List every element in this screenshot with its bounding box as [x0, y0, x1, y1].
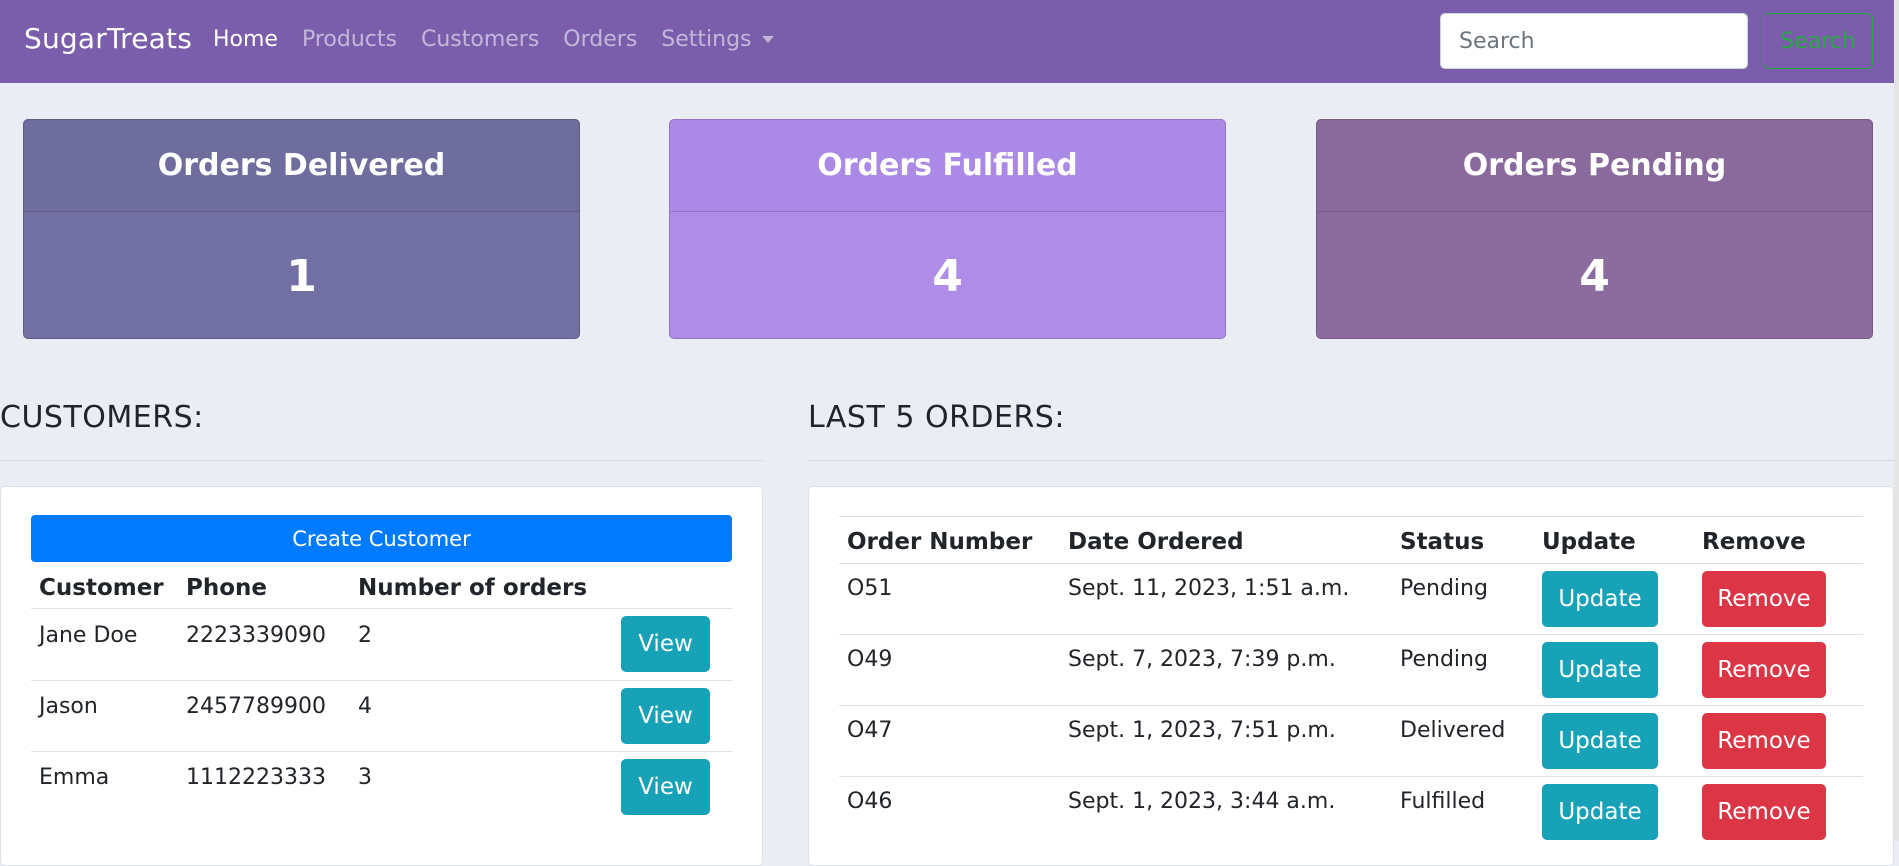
customer-name: Emma: [39, 764, 110, 790]
view-customer-button[interactable]: View: [621, 758, 710, 815]
stat-card-pending: Orders Pending 4: [1316, 119, 1873, 339]
customers-table: Customer Phone Number of orders Jane Doe…: [31, 568, 732, 822]
customers-heading: CUSTOMERS:: [0, 400, 204, 435]
order-status: Pending: [1400, 647, 1488, 672]
order-status: Pending: [1400, 576, 1488, 601]
remove-order-button[interactable]: Remove: [1702, 784, 1826, 840]
nav-link-orders[interactable]: Orders: [563, 27, 637, 52]
table-row: Jane Doe 2223339090 2 View: [31, 608, 732, 680]
search-button[interactable]: Search: [1763, 13, 1873, 69]
order-date: Sept. 7, 2023, 7:39 p.m.: [1068, 647, 1336, 672]
order-status: Delivered: [1400, 718, 1506, 743]
update-order-button[interactable]: Update: [1542, 571, 1658, 627]
customer-phone: 1112223333: [186, 764, 326, 790]
table-row: O46 Sept. 1, 2023, 3:44 a.m. Fulfilled U…: [839, 776, 1863, 848]
column-header: Number of orders: [358, 574, 588, 601]
stat-card-value: 4: [1317, 212, 1872, 338]
orders-heading: LAST 5 ORDERS:: [808, 400, 1065, 435]
stat-card-value: 1: [24, 212, 579, 338]
column-header: [613, 568, 732, 608]
customer-phone: 2223339090: [186, 622, 326, 648]
nav-link-products[interactable]: Products: [302, 27, 397, 52]
order-number: O51: [847, 576, 893, 601]
page-scrollbar[interactable]: [1894, 0, 1899, 841]
order-date: Sept. 1, 2023, 3:44 a.m.: [1068, 789, 1336, 814]
customer-phone: 2457789900: [186, 693, 326, 719]
chevron-down-icon: [761, 36, 774, 43]
order-status: Fulfilled: [1400, 789, 1486, 814]
table-row: O47 Sept. 1, 2023, 7:51 p.m. Delivered U…: [839, 705, 1863, 777]
stat-card-value: 4: [670, 212, 1225, 338]
customer-order-count: 3: [358, 764, 372, 790]
order-number: O47: [847, 718, 893, 743]
update-order-button[interactable]: Update: [1542, 784, 1658, 840]
nav-link-customers[interactable]: Customers: [421, 27, 539, 52]
nav-link-settings-label: Settings: [661, 27, 752, 52]
nav-link-settings-dropdown[interactable]: Settings: [661, 27, 774, 52]
table-row: Emma 1112223333 3 View: [31, 751, 732, 822]
customer-name: Jane Doe: [39, 622, 138, 648]
column-header: Remove: [1702, 529, 1806, 555]
top-navbar: SugarTreats Home Products Customers Orde…: [0, 0, 1899, 83]
column-header: Update: [1542, 529, 1636, 555]
stat-card-title: Orders Fulfilled: [670, 120, 1225, 212]
remove-order-button[interactable]: Remove: [1702, 571, 1826, 627]
order-number: O46: [847, 789, 893, 814]
customer-order-count: 2: [358, 622, 372, 648]
view-customer-button[interactable]: View: [621, 615, 710, 672]
stat-card-fulfilled: Orders Fulfilled 4: [669, 119, 1226, 339]
column-header: Customer: [39, 574, 164, 601]
update-order-button[interactable]: Update: [1542, 713, 1658, 769]
customer-order-count: 4: [358, 693, 372, 719]
stat-card-title: Orders Pending: [1317, 120, 1872, 212]
divider: [808, 460, 1894, 461]
order-date: Sept. 11, 2023, 1:51 a.m.: [1068, 576, 1350, 601]
search-input[interactable]: [1440, 13, 1748, 69]
column-header: Order Number: [847, 529, 1033, 555]
order-date: Sept. 1, 2023, 7:51 p.m.: [1068, 718, 1336, 743]
table-header-row: Order Number Date Ordered Status Update …: [839, 517, 1863, 564]
customer-name: Jason: [39, 693, 98, 719]
brand-logo[interactable]: SugarTreats: [24, 22, 192, 55]
remove-order-button[interactable]: Remove: [1702, 713, 1826, 769]
table-row: O49 Sept. 7, 2023, 7:39 p.m. Pending Upd…: [839, 634, 1863, 706]
stat-card-title: Orders Delivered: [24, 120, 579, 212]
column-header: Phone: [186, 574, 268, 601]
orders-table: Order Number Date Ordered Status Update …: [839, 516, 1863, 848]
nav-link-home[interactable]: Home: [213, 27, 278, 52]
nav-links: Home Products Customers Orders Settings: [213, 27, 798, 52]
update-order-button[interactable]: Update: [1542, 642, 1658, 698]
table-header-row: Customer Phone Number of orders: [31, 568, 732, 608]
divider: [0, 460, 763, 461]
column-header: Status: [1400, 529, 1485, 555]
view-customer-button[interactable]: View: [621, 687, 710, 744]
remove-order-button[interactable]: Remove: [1702, 642, 1826, 698]
table-row: Jason 2457789900 4 View: [31, 680, 732, 751]
table-row: O51 Sept. 11, 2023, 1:51 a.m. Pending Up…: [839, 563, 1863, 635]
stat-card-delivered: Orders Delivered 1: [23, 119, 580, 339]
create-customer-button[interactable]: Create Customer: [31, 515, 732, 562]
column-header: Date Ordered: [1068, 529, 1244, 555]
order-number: O49: [847, 647, 893, 672]
